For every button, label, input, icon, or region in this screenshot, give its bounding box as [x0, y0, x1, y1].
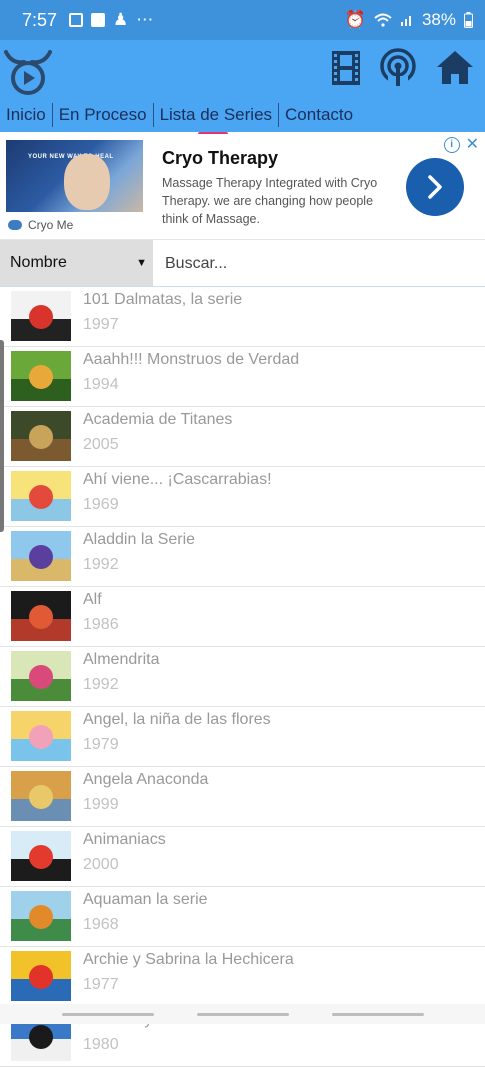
battery-icon [464, 12, 473, 28]
series-title[interactable]: Academia de Titanes [83, 411, 232, 429]
wifi-icon [374, 13, 392, 27]
sort-select[interactable]: Nombre ▼ [0, 240, 153, 286]
ad-close-icon[interactable]: ✕ [466, 137, 479, 153]
series-list-item[interactable]: Aquaman la serie 1968 [0, 887, 485, 947]
series-title[interactable]: Ahí viene... ¡Cascarrabias! [83, 471, 272, 489]
series-list-item[interactable]: Angel, la niña de las flores 1979 [0, 707, 485, 767]
more-notifications-icon: ⋯ [136, 10, 154, 29]
series-thumbnail[interactable] [11, 471, 71, 521]
series-title[interactable]: Aaahh!!! Monstruos de Verdad [83, 351, 299, 369]
signal-icon [400, 16, 411, 26]
main-nav: Inicio En Proceso Lista de Series Contac… [0, 100, 359, 136]
series-year: 1994 [83, 376, 119, 393]
series-thumbnail[interactable] [11, 711, 71, 761]
series-title[interactable]: Angela Anaconda [83, 771, 208, 789]
ad-advertiser-name: Cryo Me [28, 218, 74, 232]
ad-badges: i ✕ [443, 137, 479, 153]
gesture-hint[interactable] [332, 1013, 424, 1016]
series-thumbnail[interactable] [11, 531, 71, 581]
gallery-icon [69, 13, 84, 27]
series-year: 1977 [83, 976, 119, 993]
app-header: Inicio En Proceso Lista de Series Contac… [0, 40, 485, 136]
search-input[interactable] [155, 240, 485, 288]
battery-level: 38% [421, 10, 456, 29]
series-list-item[interactable]: Academia de Titanes 2005 [0, 407, 485, 467]
film-icon[interactable] [326, 48, 366, 88]
series-thumbnail[interactable] [11, 951, 71, 1001]
edge-panel-handle[interactable] [0, 340, 4, 532]
series-title[interactable]: 101 Dalmatas, la serie [83, 291, 242, 309]
series-year: 1999 [83, 796, 119, 813]
home-icon[interactable] [435, 48, 475, 88]
search-bar: Nombre ▼ [0, 240, 485, 288]
tv-app-icon [91, 13, 106, 27]
series-list-item[interactable]: Alf 1986 [0, 587, 485, 647]
series-year: 1979 [83, 736, 119, 753]
gesture-hint[interactable] [197, 1013, 289, 1016]
series-thumbnail[interactable] [11, 891, 71, 941]
ad-image[interactable]: YOUR NEW WAY TO HEAL [6, 140, 143, 212]
series-thumbnail[interactable] [11, 771, 71, 821]
series-year: 2000 [83, 856, 119, 873]
series-thumbnail[interactable] [11, 291, 71, 341]
sort-select-value: Nombre [10, 254, 67, 271]
series-year: 1997 [83, 316, 119, 333]
series-thumbnail[interactable] [11, 831, 71, 881]
series-title[interactable]: Angel, la niña de las flores [83, 711, 271, 729]
nav-lista-de-series[interactable]: Lista de Series [154, 103, 278, 136]
series-year: 1968 [83, 916, 119, 933]
series-year: 2005 [83, 436, 119, 453]
nav-inicio[interactable]: Inicio [0, 103, 52, 127]
status-time: 7:57 [22, 9, 58, 30]
series-list-item[interactable]: Animaniacs 2000 [0, 827, 485, 887]
nav-en-proceso[interactable]: En Proceso [53, 103, 153, 127]
accessibility-icon: ♟ [113, 10, 129, 29]
series-year: 1980 [83, 1036, 119, 1053]
gesture-bar [0, 1004, 485, 1024]
series-thumbnail[interactable] [11, 411, 71, 461]
ad-advertiser[interactable]: Cryo Me [8, 218, 73, 232]
app-logo-icon[interactable] [2, 46, 54, 98]
series-thumbnail[interactable] [11, 651, 71, 701]
series-list-item[interactable]: Archie y Sabrina la Hechicera 1977 [0, 947, 485, 1007]
series-title[interactable]: Alf [83, 591, 102, 609]
series-year: 1992 [83, 556, 119, 573]
ad-description: Massage Therapy Integrated with Cryo The… [162, 176, 378, 226]
broadcast-icon[interactable] [378, 48, 418, 88]
ad-title[interactable]: Cryo Therapy [162, 148, 278, 169]
series-title[interactable]: Animaniacs [83, 831, 166, 849]
nav-contacto[interactable]: Contacto [279, 103, 359, 127]
status-bar: 7:57 ♟ ⋯ ⏰ 38% [0, 0, 485, 40]
chevron-right-icon [428, 175, 442, 199]
alarm-icon: ⏰ [344, 10, 366, 29]
series-list-item[interactable]: Aaahh!!! Monstruos de Verdad 1994 [0, 347, 485, 407]
series-list-item[interactable]: Ahí viene... ¡Cascarrabias! 1969 [0, 467, 485, 527]
series-title[interactable]: Archie y Sabrina la Hechicera [83, 951, 294, 969]
ad-open-button[interactable] [406, 158, 464, 216]
series-list: 101 Dalmatas, la serie 1997 Aaahh!!! Monst… [0, 287, 485, 1067]
series-list-item[interactable]: Aladdin la Serie 1992 [0, 527, 485, 587]
series-list-item[interactable]: Angela Anaconda 1999 [0, 767, 485, 827]
series-thumbnail[interactable] [11, 351, 71, 401]
dropdown-arrow-icon: ▼ [136, 257, 147, 269]
gesture-hint[interactable] [62, 1013, 154, 1016]
series-title[interactable]: Aquaman la serie [83, 891, 208, 909]
series-title[interactable]: Almendrita [83, 651, 159, 669]
series-thumbnail[interactable] [11, 591, 71, 641]
series-list-item[interactable]: 101 Dalmatas, la serie 1997 [0, 287, 485, 347]
series-year: 1986 [83, 616, 119, 633]
series-year: 1969 [83, 496, 119, 513]
series-title[interactable]: Aladdin la Serie [83, 531, 195, 549]
series-year: 1992 [83, 676, 119, 693]
advertiser-logo-icon [8, 220, 22, 230]
ad-info-icon[interactable]: i [443, 137, 460, 153]
series-list-item[interactable]: Almendrita 1992 [0, 647, 485, 707]
